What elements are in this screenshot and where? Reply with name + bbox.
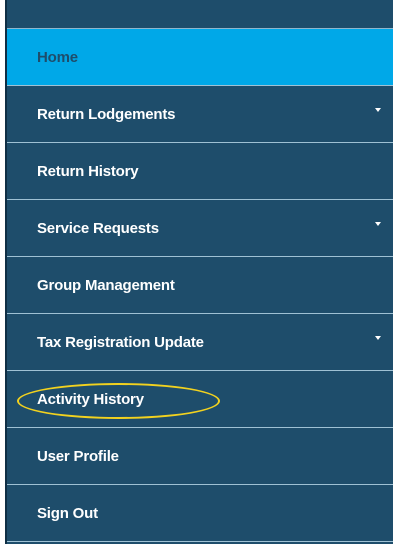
screenshot-stage: Home Return Lodgements Return History Se… <box>0 0 393 544</box>
menu-item-label: Tax Registration Update <box>37 333 204 351</box>
menu-item-label: Return Lodgements <box>37 105 176 123</box>
menu-item-service-requests[interactable]: Service Requests <box>7 200 393 257</box>
caret-down-icon <box>375 108 381 112</box>
menu-item-activity-history[interactable]: Activity History <box>7 371 393 428</box>
menu-item-label: User Profile <box>37 447 119 465</box>
menu-item-label: Group Management <box>37 276 175 294</box>
menu-item-label: Return History <box>37 162 139 180</box>
menu-item-group-management[interactable]: Group Management <box>7 257 393 314</box>
menu-item-return-history[interactable]: Return History <box>7 143 393 200</box>
menu-item-return-lodgements[interactable]: Return Lodgements <box>7 86 393 143</box>
menu-item-home[interactable]: Home <box>7 29 393 86</box>
menu-item-label: Sign Out <box>37 504 98 522</box>
menu-item-label: Service Requests <box>37 219 159 237</box>
menu-item-label: Home <box>37 48 78 66</box>
menu-item-user-profile[interactable]: User Profile <box>7 428 393 485</box>
caret-down-icon <box>375 222 381 226</box>
sidebar-menu: Home Return Lodgements Return History Se… <box>5 0 393 544</box>
caret-down-icon <box>375 336 381 340</box>
menu-top-strip <box>7 0 393 29</box>
menu-item-label: Activity History <box>37 390 144 408</box>
menu-item-sign-out[interactable]: Sign Out <box>7 485 393 542</box>
menu-item-tax-registration-update[interactable]: Tax Registration Update <box>7 314 393 371</box>
